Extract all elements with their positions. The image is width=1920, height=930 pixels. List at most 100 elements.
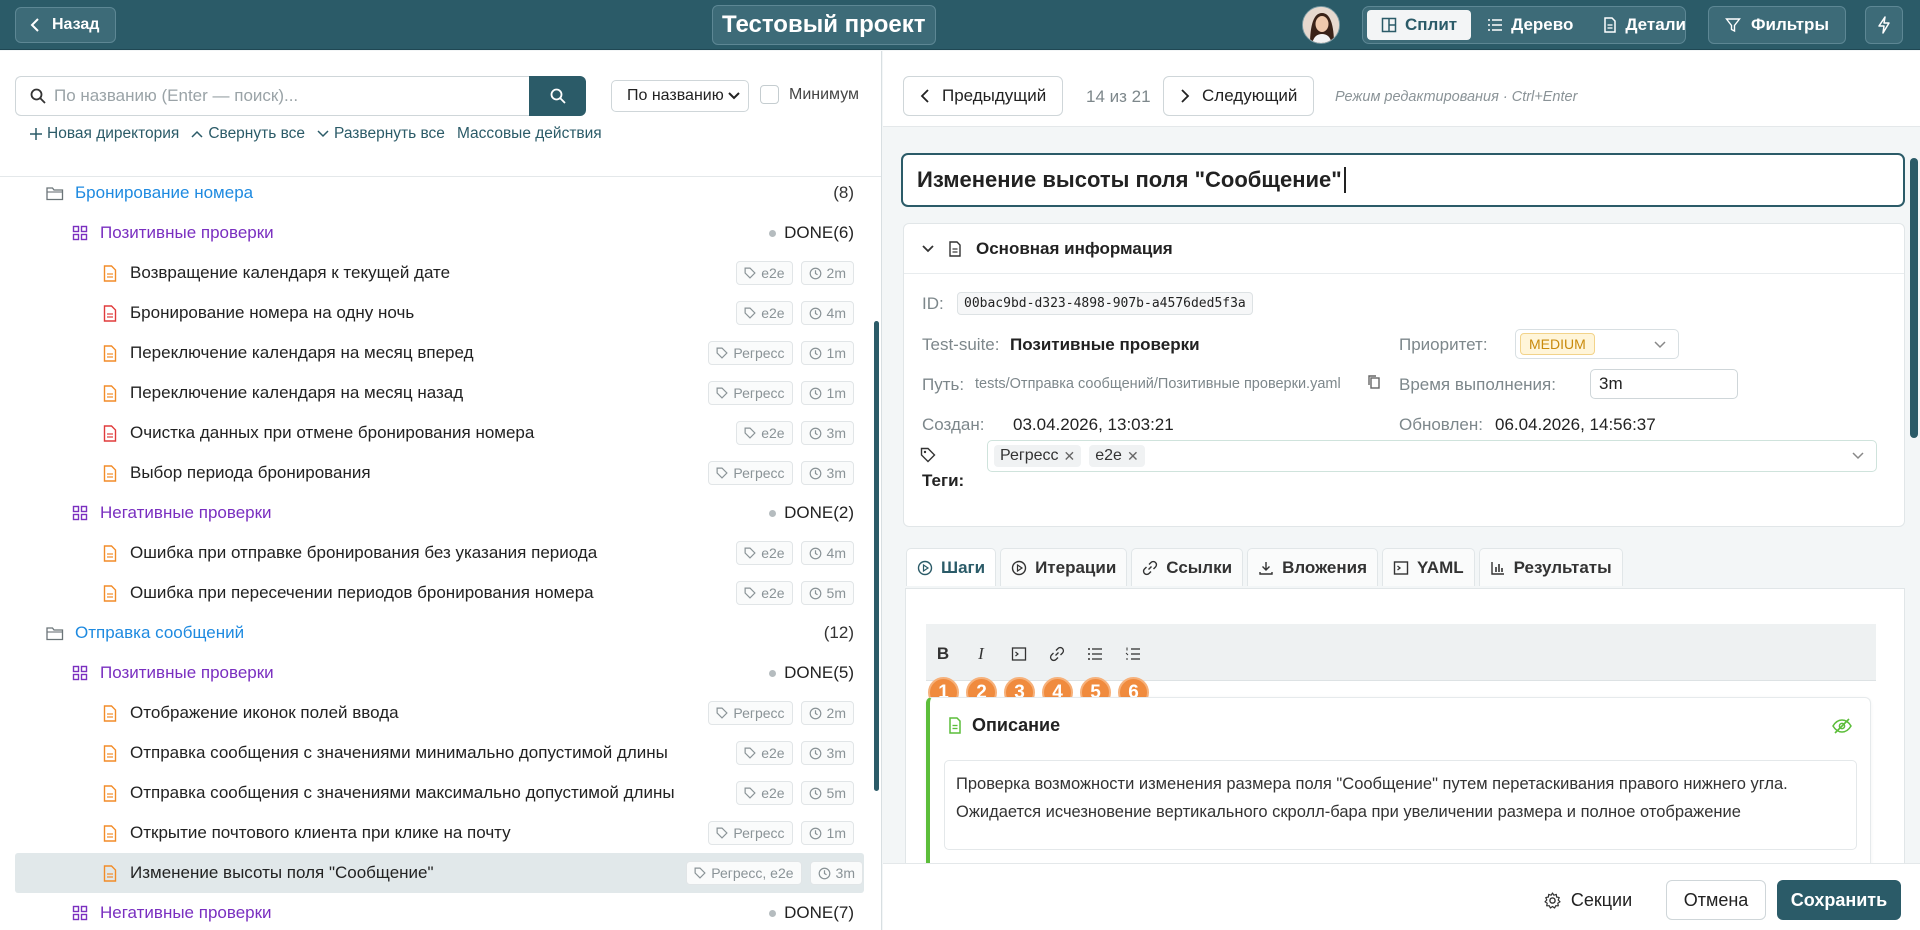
search-button[interactable] — [529, 76, 586, 116]
remove-tag-icon[interactable]: ✕ — [1064, 448, 1076, 465]
save-button[interactable]: Сохранить — [1777, 880, 1901, 920]
new-directory-link[interactable]: Новая директория — [30, 125, 179, 143]
chevron-down-icon[interactable] — [1852, 452, 1864, 460]
link-icon — [1143, 560, 1158, 575]
details-footer: Секции Отмена Сохранить — [883, 863, 1920, 930]
filters-button[interactable]: Фильтры — [1708, 6, 1846, 44]
tab-results[interactable]: Результаты — [1478, 548, 1623, 586]
tree-suite[interactable]: Негативные проверки DONE(7) — [0, 893, 870, 930]
basic-info-header[interactable]: Основная информация — [904, 224, 1904, 274]
search-input[interactable] — [54, 86, 514, 106]
tree-suite[interactable]: Негативные проверки DONE(2) — [0, 493, 870, 533]
tag-label: Регресс — [733, 465, 785, 481]
tree-case[interactable]: Изменение высоты поля "Сообщение" Регресс… — [15, 853, 864, 893]
tree-case[interactable]: Отправка сообщения с значениями максимал… — [0, 773, 870, 813]
tab-steps[interactable]: Шаги — [906, 548, 997, 586]
tag-label: e2e — [761, 745, 785, 761]
tree-case[interactable]: Возвращение календаря к текущей дате e2e 2… — [0, 253, 870, 293]
id-label: ID: — [922, 294, 944, 313]
tree-case[interactable]: Ошибка при отправке бронирования без ука… — [0, 533, 870, 573]
copy-icon[interactable] — [1367, 374, 1381, 390]
case-title-input[interactable]: Изменение высоты поля "Сообщение" — [901, 153, 1905, 207]
numbered-list-icon[interactable] — [1121, 642, 1145, 666]
tree-case[interactable]: Открытие почтового клиента при клике на … — [0, 813, 870, 853]
sort-select[interactable]: По названию — [611, 80, 749, 112]
suite-grid-icon — [70, 903, 90, 923]
priority-select[interactable]: MEDIUM — [1515, 329, 1679, 359]
tab-attachments[interactable]: Вложения — [1247, 548, 1379, 586]
tree-case[interactable]: Выбор периода бронирования Регресс 3m — [0, 453, 870, 493]
view-split-button[interactable]: Сплит — [1367, 10, 1472, 40]
tag-chip: Регресс — [708, 461, 793, 485]
clock-icon — [809, 827, 821, 839]
view-switch: Сплит Дерево Детали — [1362, 6, 1686, 44]
tag-icon — [744, 587, 756, 599]
document-icon — [949, 717, 961, 734]
details-scrollbar[interactable] — [1910, 158, 1918, 438]
item-count: (8) — [833, 183, 854, 202]
cancel-button[interactable]: Отмена — [1666, 880, 1766, 920]
bold-icon[interactable]: B — [931, 642, 955, 666]
minimum-checkbox[interactable] — [760, 85, 779, 104]
tab-attachments-label: Вложения — [1282, 557, 1368, 577]
tab-yaml[interactable]: YAML — [1382, 548, 1475, 586]
code-icon[interactable] — [1007, 642, 1031, 666]
plus-icon — [30, 128, 42, 140]
link-icon[interactable] — [1045, 642, 1069, 666]
tag-label: e2e — [761, 545, 785, 561]
priority-label: Приоритет: — [1399, 335, 1488, 354]
tree-directory[interactable]: Отправка сообщений (12) — [0, 613, 870, 653]
chevron-down-icon — [317, 130, 329, 138]
suite-grid-icon — [70, 663, 90, 683]
tree-case[interactable]: Отправка сообщения с значениями минималь… — [0, 733, 870, 773]
tree-case[interactable]: Отображение иконок полей ввода Регресс 2m — [0, 693, 870, 733]
suite-status: DONE(2) — [769, 503, 854, 523]
next-label: Следующий — [1202, 86, 1298, 105]
tab-yaml-label: YAML — [1417, 557, 1464, 577]
remove-tag-icon[interactable]: ✕ — [1127, 448, 1139, 465]
test-case-file-icon — [100, 823, 120, 843]
italic-icon[interactable]: I — [969, 642, 993, 666]
description-text[interactable]: Проверка возможности изменения размера п… — [944, 760, 1857, 850]
tree-case[interactable]: Ошибка при пересечении периодов брониров… — [0, 573, 870, 613]
tree-item-label: Бронирование номера на одну ночь — [130, 303, 415, 322]
view-details-label: Детали — [1625, 15, 1686, 34]
tab-iterations[interactable]: Итерации — [1000, 548, 1128, 586]
duration-label: 3m — [835, 865, 855, 881]
tree-case[interactable]: Переключение календаря на месяц вперед Ре… — [0, 333, 870, 373]
tab-links[interactable]: Ссылки — [1131, 548, 1244, 586]
tree-suite[interactable]: Позитивные проверки DONE(6) — [0, 213, 870, 253]
view-tree-button[interactable]: Дерево — [1473, 10, 1587, 40]
case-meta: e2e 5m — [736, 781, 854, 805]
expand-all-link[interactable]: Развернуть все — [317, 125, 445, 143]
previous-button[interactable]: Предыдущий — [903, 76, 1064, 116]
list-icon — [1488, 19, 1503, 31]
tree-case[interactable]: Бронирование номера на одну ночь e2e 4m — [0, 293, 870, 333]
tree-case[interactable]: Очистка данных при отмене бронирования н… — [0, 413, 870, 453]
duration-chip: 3m — [809, 861, 863, 885]
sections-button[interactable]: Секции — [1533, 880, 1643, 920]
tree-suite[interactable]: Позитивные проверки DONE(5) — [0, 653, 870, 693]
view-details-button[interactable]: Детали — [1589, 10, 1700, 40]
tree-directory[interactable]: Бронирование номера (8) — [0, 178, 870, 213]
tree-case[interactable]: Переключение календаря на месяц назад Рег… — [0, 373, 870, 413]
quick-actions-button[interactable] — [1865, 6, 1903, 44]
user-avatar[interactable] — [1302, 6, 1340, 44]
next-button[interactable]: Следующий — [1163, 76, 1315, 116]
tag-icon — [744, 307, 756, 319]
tag-label: Регресс — [733, 705, 785, 721]
duration-input[interactable]: 3m — [1590, 369, 1738, 399]
clock-icon — [809, 787, 821, 799]
back-button[interactable]: Назад — [15, 7, 117, 43]
tree-item-label: Выбор периода бронирования — [130, 463, 371, 482]
tree-scrollbar[interactable] — [874, 321, 879, 791]
bullet-list-icon[interactable] — [1083, 642, 1107, 666]
bulk-actions-link[interactable]: Массовые действия — [457, 125, 602, 143]
tag-label: e2e — [761, 425, 785, 441]
tree-item-label: Позитивные проверки — [100, 663, 274, 682]
tags-input[interactable]: Регресс ✕ e2e ✕ — [987, 440, 1877, 472]
collapse-all-link[interactable]: Свернуть все — [191, 125, 305, 143]
test-tree: Бронирование номера (8) Позитивные проверк… — [0, 178, 870, 930]
tab-steps-label: Шаги — [941, 557, 986, 577]
eye-off-icon[interactable] — [1832, 718, 1852, 734]
